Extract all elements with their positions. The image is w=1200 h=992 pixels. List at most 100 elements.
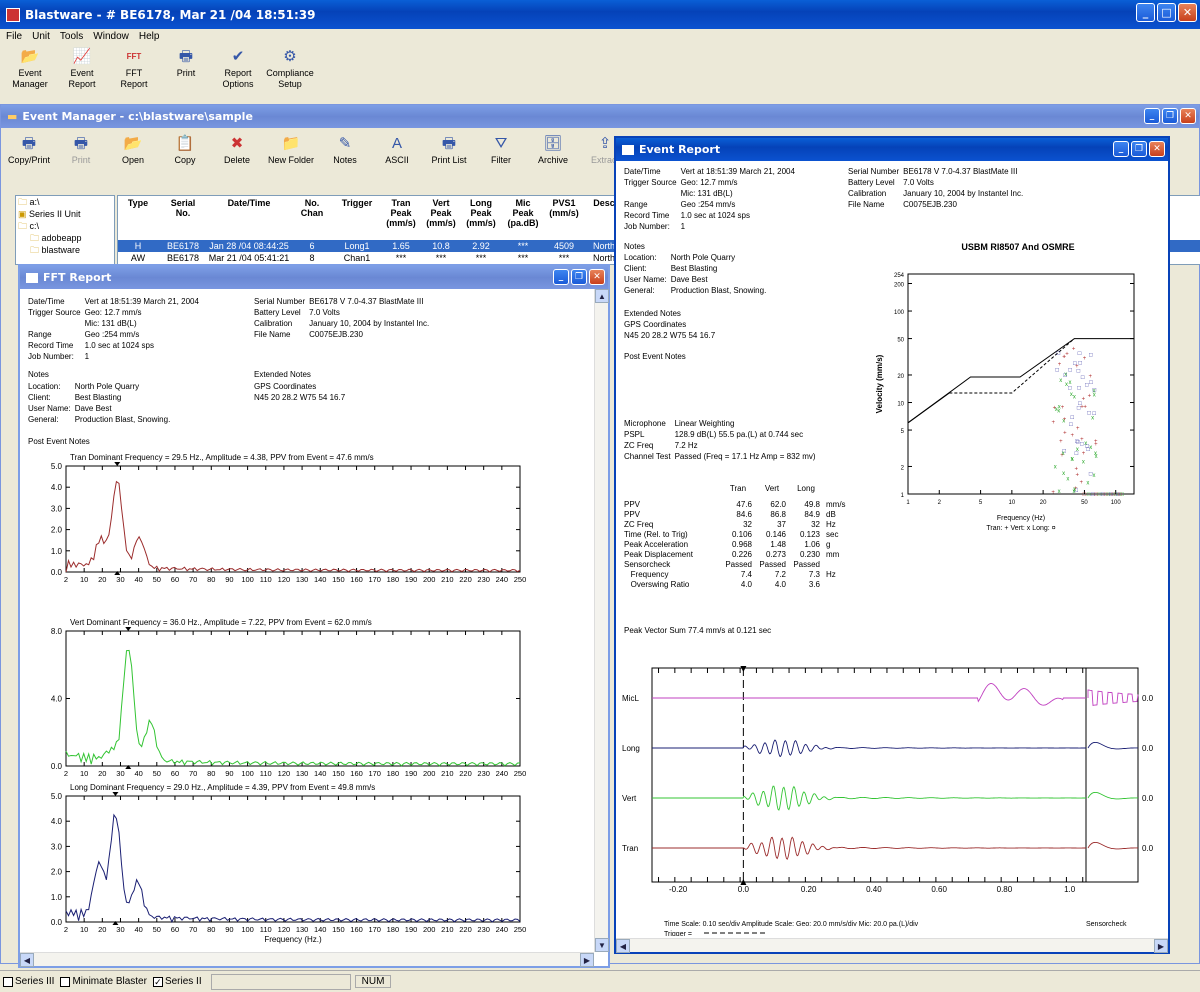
minimize-icon[interactable]: _ [1113,141,1129,157]
tree-item[interactable]: 🗀 c:\ [16,220,114,232]
open-icon: 📂 [123,134,143,152]
info-label: Range [624,200,648,209]
x-tick-label: 40 [134,925,142,934]
column-header[interactable]: Long Peak (mm/s) [460,196,502,240]
event-report-button[interactable]: 📈 Event Report [56,46,108,90]
menu-help[interactable]: Help [139,31,160,42]
new-folder-button[interactable]: 📁 New Folder [263,133,319,166]
status-toggle[interactable]: Minimate Blaster [57,976,149,987]
archive-button[interactable]: 🗄 Archive [527,133,579,166]
folder-icon: 🗀 [30,245,42,255]
close-icon[interactable]: ✕ [1180,108,1196,124]
x-axis-label: Frequency (Hz.) [264,935,322,944]
checkbox-icon[interactable] [3,976,13,987]
x-tick-label: 250 [514,769,527,778]
toolbar-label: New Folder [267,155,314,165]
x-tick-label: 170 [368,575,381,584]
x-tick-label: 100 [1111,500,1122,506]
tree-item[interactable]: ▣ Series II Unit [16,208,114,220]
close-icon[interactable]: ✕ [1178,3,1197,22]
tree-item[interactable]: 🗀 blastware [16,244,114,256]
usbm-data-point: x [1082,459,1085,465]
usbm-data-point: □ [1085,383,1089,389]
copy-print-button[interactable]: 🖶 Copy/Print [3,133,55,166]
status-label: Series III [15,976,55,987]
scroll-right-icon[interactable]: ▶ [1154,939,1168,953]
table-cell: Chan1 [343,253,371,263]
table-row: Overswing Ratio 4.0 4.0 3.6 [624,580,856,590]
x-tick-label: 50 [153,575,161,584]
delete-button[interactable]: ✖ Delete [211,133,263,166]
er-horizontal-scrollbar[interactable]: ◀ ▶ [616,938,1168,953]
scroll-up-icon[interactable]: ▲ [595,289,609,303]
x-tick-label: 150 [332,575,345,584]
toolbar-label: Print List [431,155,467,165]
info-row: Mic: 131 dB(L) [624,188,799,199]
compliance-setup-button[interactable]: ⚙ Compliance Setup [264,46,316,90]
column-header[interactable]: No. Chan [290,196,334,240]
post-event-notes: Post Event Notes [624,352,686,361]
tree-item[interactable]: 🗀 a:\ [16,196,114,208]
column-header[interactable]: Date/Time [208,196,290,240]
print-icon: 🖶 [178,47,194,65]
scroll-left-icon[interactable]: ◀ [616,939,630,953]
filter-button[interactable]: ⛛ Filter [475,133,527,166]
copy-button[interactable]: 📋 Copy [159,133,211,166]
checkbox-icon[interactable]: ✓ [152,976,163,987]
x-tick-label: 70 [189,769,197,778]
maximize-icon[interactable]: □ [1157,3,1176,22]
print-button[interactable]: 🖶 Print [160,46,212,79]
folder-tree[interactable]: 🗀 a:\ ▣ Series II Unit 🗀 c:\ 🗀 adobeapp 🗀 bl… [15,195,115,265]
open-button[interactable]: 📂 Open [107,133,159,166]
report-options-button[interactable]: ✔ Report Options [212,46,264,90]
checkbox-icon[interactable] [60,976,71,987]
menu-file[interactable]: File [6,31,22,42]
column-header[interactable]: Mic Peak (pa.dB) [502,196,544,240]
status-toggle[interactable]: ✓ Series II [150,976,205,987]
column-header[interactable]: Vert Peak (mm/s) [422,196,460,240]
ascii-button[interactable]: A ASCII [371,133,423,166]
column-header[interactable]: Type [118,196,158,240]
usbm-data-point: □ [1063,373,1067,379]
info-row: User Name: Dave Best [28,403,174,414]
new-folder-icon: 📁 [281,134,301,152]
restore-icon[interactable]: ❐ [571,269,587,285]
usbm-data-point: □ [1093,387,1097,393]
restore-icon[interactable]: ❐ [1131,141,1147,157]
menu-window[interactable]: Window [93,31,129,42]
toolbar-label: Delete [223,155,250,165]
close-icon[interactable]: ✕ [589,269,605,285]
print-list-button[interactable]: 🖶 Print List [423,133,475,166]
print-button[interactable]: 🖶 Print [55,133,107,166]
event-manager-button[interactable]: 📂 Event Manager [4,46,56,90]
info-label: Job Number: [28,352,74,361]
usbm-data-point: + [1051,420,1055,426]
column-header[interactable]: Tran Peak (mm/s) [380,196,422,240]
fft-report-button[interactable]: FFT FFT Report [108,46,160,90]
fft-vertical-scrollbar[interactable]: ▲ ▼ [594,289,609,952]
column-header[interactable]: PVS1 (mm/s) [544,196,584,240]
fft-horizontal-scrollbar[interactable]: ◀ ▶ [20,952,594,967]
minimize-icon[interactable]: _ [1144,108,1160,124]
y-tick-label: 5 [901,429,905,435]
info-label: Record Time [624,211,670,220]
fft-title: FFT Report [43,271,112,284]
tree-item[interactable]: 🗀 adobeapp [16,232,114,244]
info-label: Location: [28,382,61,391]
column-header[interactable]: Trigger [334,196,380,240]
status-toggle[interactable]: Series III [0,976,57,987]
notes-button[interactable]: ✎ Notes [319,133,371,166]
scroll-down-icon[interactable]: ▼ [595,938,609,952]
table-cell: Passed [725,560,752,569]
minimize-icon[interactable]: _ [553,269,569,285]
minimize-icon[interactable]: _ [1136,3,1155,22]
close-icon[interactable]: ✕ [1149,141,1165,157]
scroll-right-icon[interactable]: ▶ [580,953,594,967]
menu-unit[interactable]: Unit [32,31,50,42]
scroll-left-icon[interactable]: ◀ [20,953,34,967]
menu-tools[interactable]: Tools [60,31,83,42]
peak-marker-icon [125,627,132,631]
restore-icon[interactable]: ❐ [1162,108,1178,124]
column-header[interactable]: Serial No. [158,196,208,240]
column-header: Tran [729,484,747,493]
